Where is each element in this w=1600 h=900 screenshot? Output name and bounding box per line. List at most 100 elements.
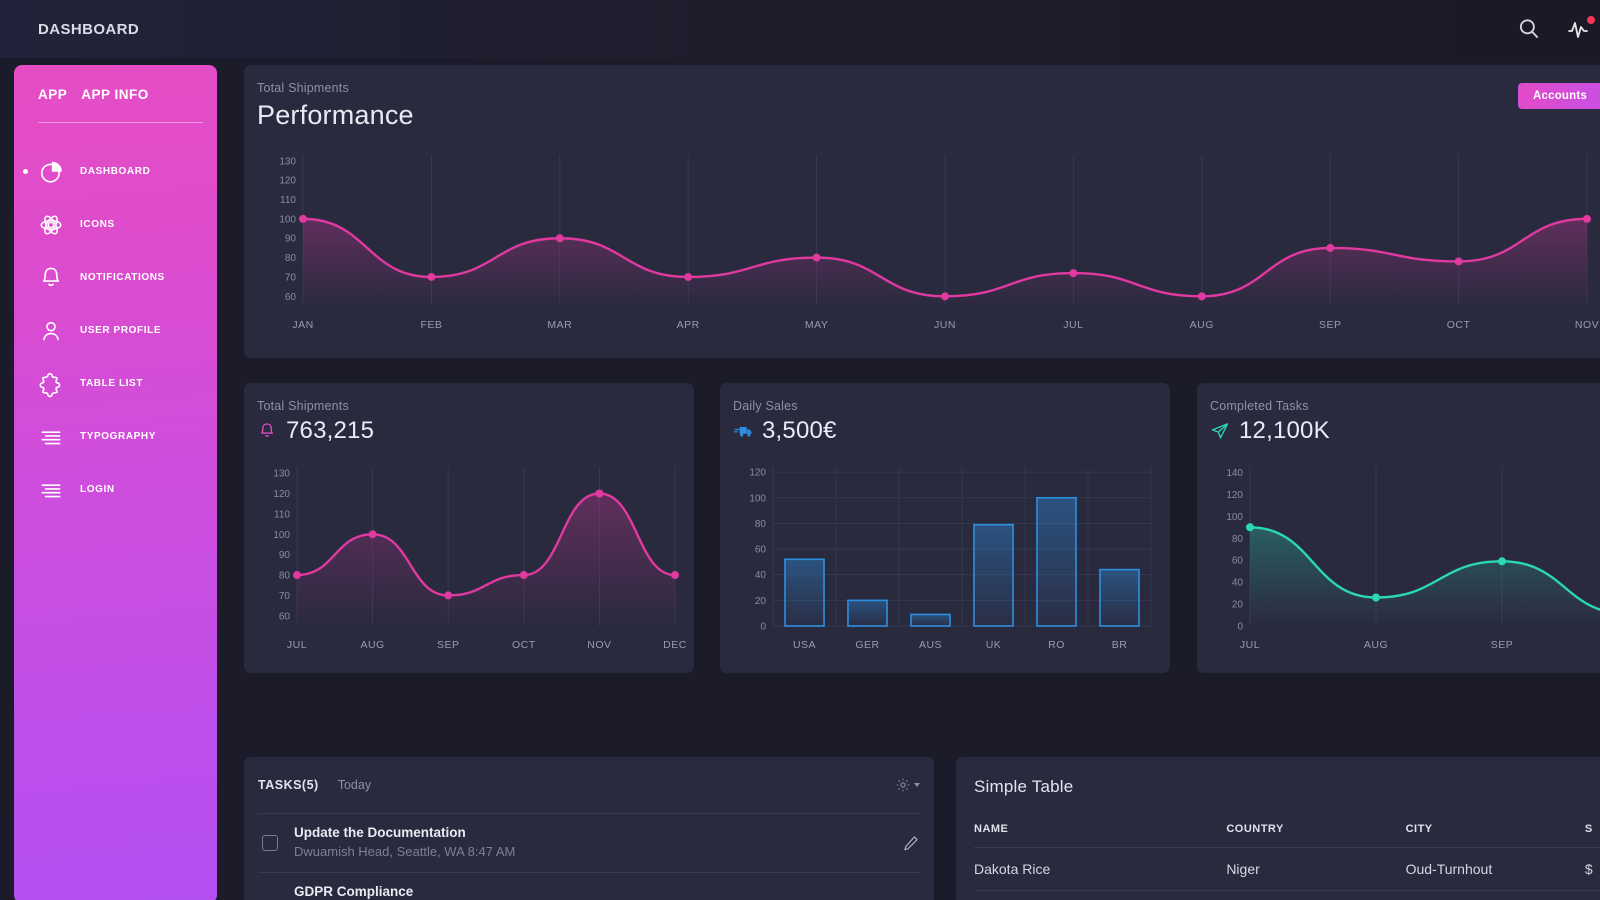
- svg-text:90: 90: [285, 234, 297, 245]
- svg-text:60: 60: [1232, 556, 1244, 567]
- sidebar-item-typography[interactable]: TYPOGRAPHY: [14, 410, 217, 463]
- svg-text:AUG: AUG: [1190, 319, 1214, 331]
- task-title: GDPR Compliance: [294, 884, 414, 900]
- svg-text:JAN: JAN: [292, 319, 313, 331]
- sidebar-item-table-list[interactable]: TABLE LIST: [14, 357, 217, 410]
- sidebar-item-label: USER PROFILE: [80, 325, 162, 336]
- svg-text:SEP: SEP: [1319, 319, 1342, 331]
- svg-text:20: 20: [1232, 600, 1244, 611]
- svg-text:110: 110: [274, 509, 290, 520]
- sidebar-divider: [38, 122, 203, 123]
- svg-text:80: 80: [285, 253, 297, 264]
- daily-sales-card: Daily Sales 3,500€ 0 20 40 60 80 100 120 USA GER…: [720, 383, 1170, 673]
- cell-city: Sinaai-Waas: [1405, 890, 1585, 900]
- cell-country: Niger: [1226, 847, 1406, 891]
- task-row: Update the Documentation Dwuamish Head, …: [258, 814, 920, 874]
- cell-name: Minerva Hooper: [974, 890, 1227, 900]
- task-description: Dwuamish Head, Seattle, WA 8:47 AM: [294, 844, 516, 859]
- sidebar-item-label: NOTIFICATIONS: [80, 272, 165, 283]
- page-title: DASHBOARD: [38, 20, 140, 38]
- svg-text:BR: BR: [1112, 639, 1128, 651]
- svg-text:AUG: AUG: [1364, 639, 1388, 651]
- daily-sales-subtitle: Daily Sales: [733, 399, 798, 413]
- svg-text:RO: RO: [1048, 639, 1065, 651]
- simple-table-card: Simple Table NAME COUNTRY CITY S Dakota …: [956, 757, 1600, 900]
- total-shipments-card: Total Shipments 763,215 60 70 80 90 100 110 12…: [244, 383, 694, 673]
- task-content: Update the Documentation Dwuamish Head, …: [294, 825, 890, 861]
- total-shipments-value: 763,215: [286, 417, 375, 444]
- sidebar-brand[interactable]: APP APP INFO: [14, 65, 217, 102]
- sidebar-item-dashboard[interactable]: DASHBOARD: [14, 145, 217, 198]
- activity-pulse-icon[interactable]: [1568, 16, 1595, 42]
- sidebar-brand-app: APP: [38, 87, 68, 102]
- completed-tasks-line-chart: 020406080100120140JULAUGSEPOCT: [1226, 467, 1600, 651]
- cell-city: Oud-Turnhout: [1405, 847, 1585, 891]
- svg-text:DEC: DEC: [663, 639, 687, 651]
- table-header-row: NAME COUNTRY CITY S: [974, 817, 1600, 848]
- svg-text:120: 120: [749, 468, 766, 479]
- column-header-city: CITY: [1405, 817, 1585, 848]
- performance-subtitle: Total Shipments: [257, 81, 349, 95]
- total-shipments-value-row: 763,215: [257, 417, 694, 445]
- svg-text:130: 130: [279, 156, 296, 167]
- sidebar: APP APP INFO DASHBOARD ICONS NOTIFICATIO…: [14, 65, 217, 900]
- pencil-icon[interactable]: [902, 834, 920, 852]
- table-row: Dakota Rice Niger Oud-Turnhout $: [974, 847, 1600, 891]
- task-title: Update the Documentation: [294, 825, 466, 840]
- task-row: GDPR Compliance The GDPR is a regulation…: [258, 873, 920, 900]
- daily-sales-bar-chart: 0 20 40 60 80 100 120 USA GER AUS UK RO BR: [749, 467, 1152, 651]
- sidebar-item-icons[interactable]: ICONS: [14, 198, 217, 251]
- svg-text:110: 110: [280, 195, 296, 206]
- tasks-subtitle: Today: [337, 778, 372, 792]
- svg-text:120: 120: [279, 176, 296, 187]
- gear-icon: [895, 777, 911, 793]
- tab-accounts[interactable]: Accounts: [1518, 83, 1600, 109]
- shipping-fast-icon: [733, 421, 753, 441]
- sidebar-item-login[interactable]: LOGIN: [14, 463, 217, 516]
- sidebar-item-label: TABLE LIST: [80, 378, 144, 389]
- sidebar-item-label: TYPOGRAPHY: [80, 431, 157, 442]
- svg-text:60: 60: [279, 611, 291, 622]
- user-icon: [38, 318, 64, 344]
- svg-text:100: 100: [279, 214, 296, 225]
- pie-chart-icon: [38, 159, 64, 185]
- task-checkbox[interactable]: [262, 835, 278, 852]
- svg-text:0: 0: [1237, 622, 1243, 633]
- simple-table-title: Simple Table: [974, 777, 1074, 796]
- completed-tasks-subtitle: Completed Tasks: [1210, 399, 1309, 413]
- tasks-settings-dropdown[interactable]: [895, 777, 920, 793]
- text-lines-icon: [38, 424, 64, 450]
- notification-badge: [1587, 16, 1595, 24]
- sidebar-brand-info: APP INFO: [81, 87, 149, 102]
- svg-text:MAY: MAY: [805, 319, 828, 331]
- svg-text:JUL: JUL: [287, 639, 307, 651]
- sidebar-item-label: DASHBOARD: [80, 166, 151, 177]
- cell-salary: $: [1584, 847, 1600, 891]
- svg-text:SEP: SEP: [1491, 639, 1514, 651]
- sidebar-item-label: ICONS: [80, 219, 115, 230]
- column-header-salary: S: [1584, 817, 1600, 848]
- svg-text:40: 40: [755, 570, 767, 581]
- completed-tasks-card: Completed Tasks 12,100K 0 20 40 60 80 100 120 1…: [1197, 383, 1600, 673]
- completed-tasks-value-row: 12,100K: [1210, 417, 1600, 445]
- svg-text:GER: GER: [855, 639, 879, 651]
- total-shipments-subtitle: Total Shipments: [257, 399, 349, 413]
- svg-text:JUL: JUL: [1063, 319, 1083, 331]
- sidebar-item-notifications[interactable]: NOTIFICATIONS: [14, 251, 217, 304]
- top-navbar: DASHBOARD: [0, 0, 1600, 58]
- send-plane-icon: [1210, 421, 1230, 441]
- svg-text:UK: UK: [986, 639, 1002, 651]
- sidebar-item-user-profile[interactable]: USER PROFILE: [14, 304, 217, 357]
- svg-text:NOV: NOV: [587, 639, 611, 651]
- svg-text:90: 90: [279, 550, 291, 561]
- column-header-country: COUNTRY: [1226, 817, 1406, 848]
- svg-text:JUL: JUL: [1240, 639, 1260, 651]
- svg-text:80: 80: [755, 519, 767, 530]
- daily-sales-value: 3,500€: [762, 417, 837, 444]
- search-icon[interactable]: [1516, 16, 1542, 42]
- svg-text:120: 120: [273, 489, 290, 500]
- svg-text:60: 60: [755, 545, 767, 556]
- svg-text:20: 20: [755, 596, 767, 607]
- svg-text:80: 80: [279, 571, 291, 582]
- simple-table: NAME COUNTRY CITY S Dakota Rice Niger Ou…: [974, 817, 1600, 900]
